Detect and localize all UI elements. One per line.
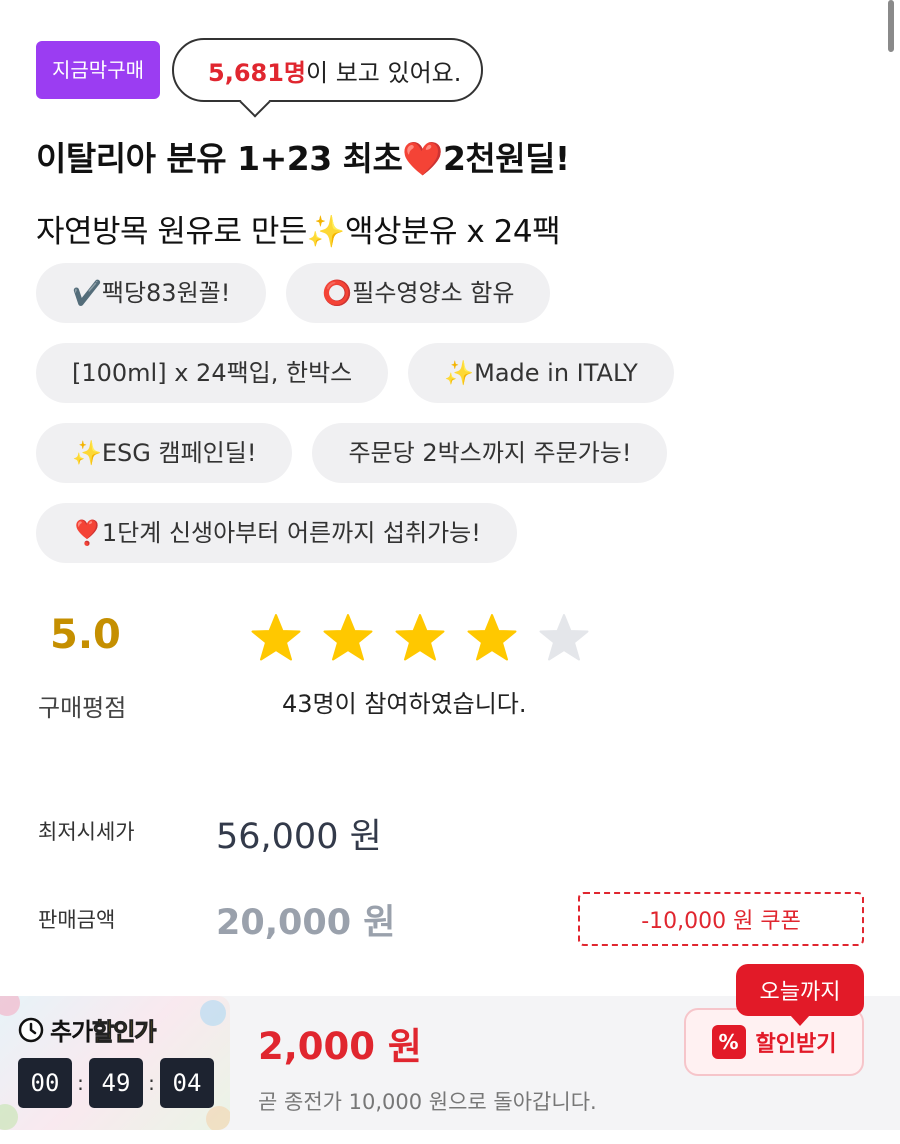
flower-decoration [200, 1000, 226, 1026]
timer-digits: 00 : 49 : 04 [18, 1058, 214, 1108]
recent-purchase-badge: 지금막구매 [36, 41, 160, 99]
timer-separator: : [77, 1071, 84, 1095]
star-empty-icon [539, 614, 589, 661]
timer-title: 추가할인가 [50, 1012, 157, 1047]
rating-score: 5.0 [50, 612, 121, 658]
rating-participants: 43명이 참여하였습니다. [282, 690, 527, 718]
clock-icon [18, 1017, 44, 1042]
viewer-count: 5,681명 [208, 58, 306, 87]
get-discount-label: 할인받기 [755, 1032, 837, 1057]
coupon-badge[interactable]: -10,000 원 쿠폰 [578, 892, 864, 946]
flower-decoration [206, 1106, 230, 1130]
star-filled-icon [395, 614, 445, 661]
tag-arrow [790, 1015, 810, 1026]
deal-price: 2,000 원 [258, 1025, 422, 1068]
feature-tag: ⭕필수영양소 함유 [286, 263, 551, 323]
timer-title-highlight: 할인가 [92, 1018, 157, 1047]
flower-decoration [0, 1104, 18, 1130]
top-row: 지금막구매 5,681명 이 보고 있어요. [36, 38, 484, 118]
timer-hours: 00 [18, 1058, 72, 1108]
timer-seconds: 04 [160, 1058, 214, 1108]
rating-label: 구매평점 [38, 694, 127, 722]
feature-tags: ✔️팩당83원꼴! ⭕필수영양소 함유 [100ml] x 24팩입, 한박스 … [36, 263, 876, 563]
get-discount-button[interactable]: % 할인받기 [684, 1008, 864, 1076]
product-title: 이탈리아 분유 1+23 최초❤️2천원딜! [36, 139, 570, 178]
star-filled-icon [251, 614, 301, 661]
product-subtitle: 자연방목 원유로 만든✨액상분유 x 24팩 [36, 214, 561, 250]
feature-tag: ✨ESG 캠페인딜! [36, 423, 293, 483]
countdown-timer: 추가할인가 00 : 49 : 04 [0, 996, 230, 1130]
timer-separator: : [148, 1071, 155, 1095]
feature-tag: ✔️팩당83원꼴! [36, 263, 267, 323]
until-today-label: 오늘까지 [759, 980, 841, 1005]
star-filled-icon [467, 614, 517, 661]
sale-price-label: 판매금액 [38, 908, 116, 932]
viewer-count-bubble: 5,681명 이 보고 있어요. [172, 38, 484, 118]
timer-minutes: 49 [89, 1058, 143, 1108]
feature-tag: 주문당 2박스까지 주문가능! [312, 423, 668, 483]
until-today-tag: 오늘까지 [736, 964, 864, 1026]
timer-header: 추가할인가 [18, 1012, 157, 1047]
lowest-price-label: 최저시세가 [38, 820, 135, 844]
feature-tag: ❣️1단계 신생아부터 어른까지 섭취가능! [36, 503, 517, 563]
rating-stars [250, 613, 590, 665]
bubble-tail [239, 86, 271, 118]
timer-title-plain: 추가 [50, 1018, 93, 1046]
viewer-suffix: 이 보고 있어요. [306, 58, 462, 87]
sale-price-value: 20,000 원 [216, 903, 396, 943]
flower-decoration [0, 996, 20, 1016]
scrollbar[interactable] [888, 0, 894, 52]
star-filled-icon [323, 614, 373, 661]
feature-tag: ✨Made in ITALY [408, 343, 674, 403]
lowest-price-value: 56,000 원 [216, 817, 382, 857]
deal-note: 곧 종전가 10,000 원으로 돌아갑니다. [258, 1090, 597, 1114]
percent-icon: % [711, 1025, 746, 1059]
feature-tag: [100ml] x 24팩입, 한박스 [36, 343, 389, 403]
